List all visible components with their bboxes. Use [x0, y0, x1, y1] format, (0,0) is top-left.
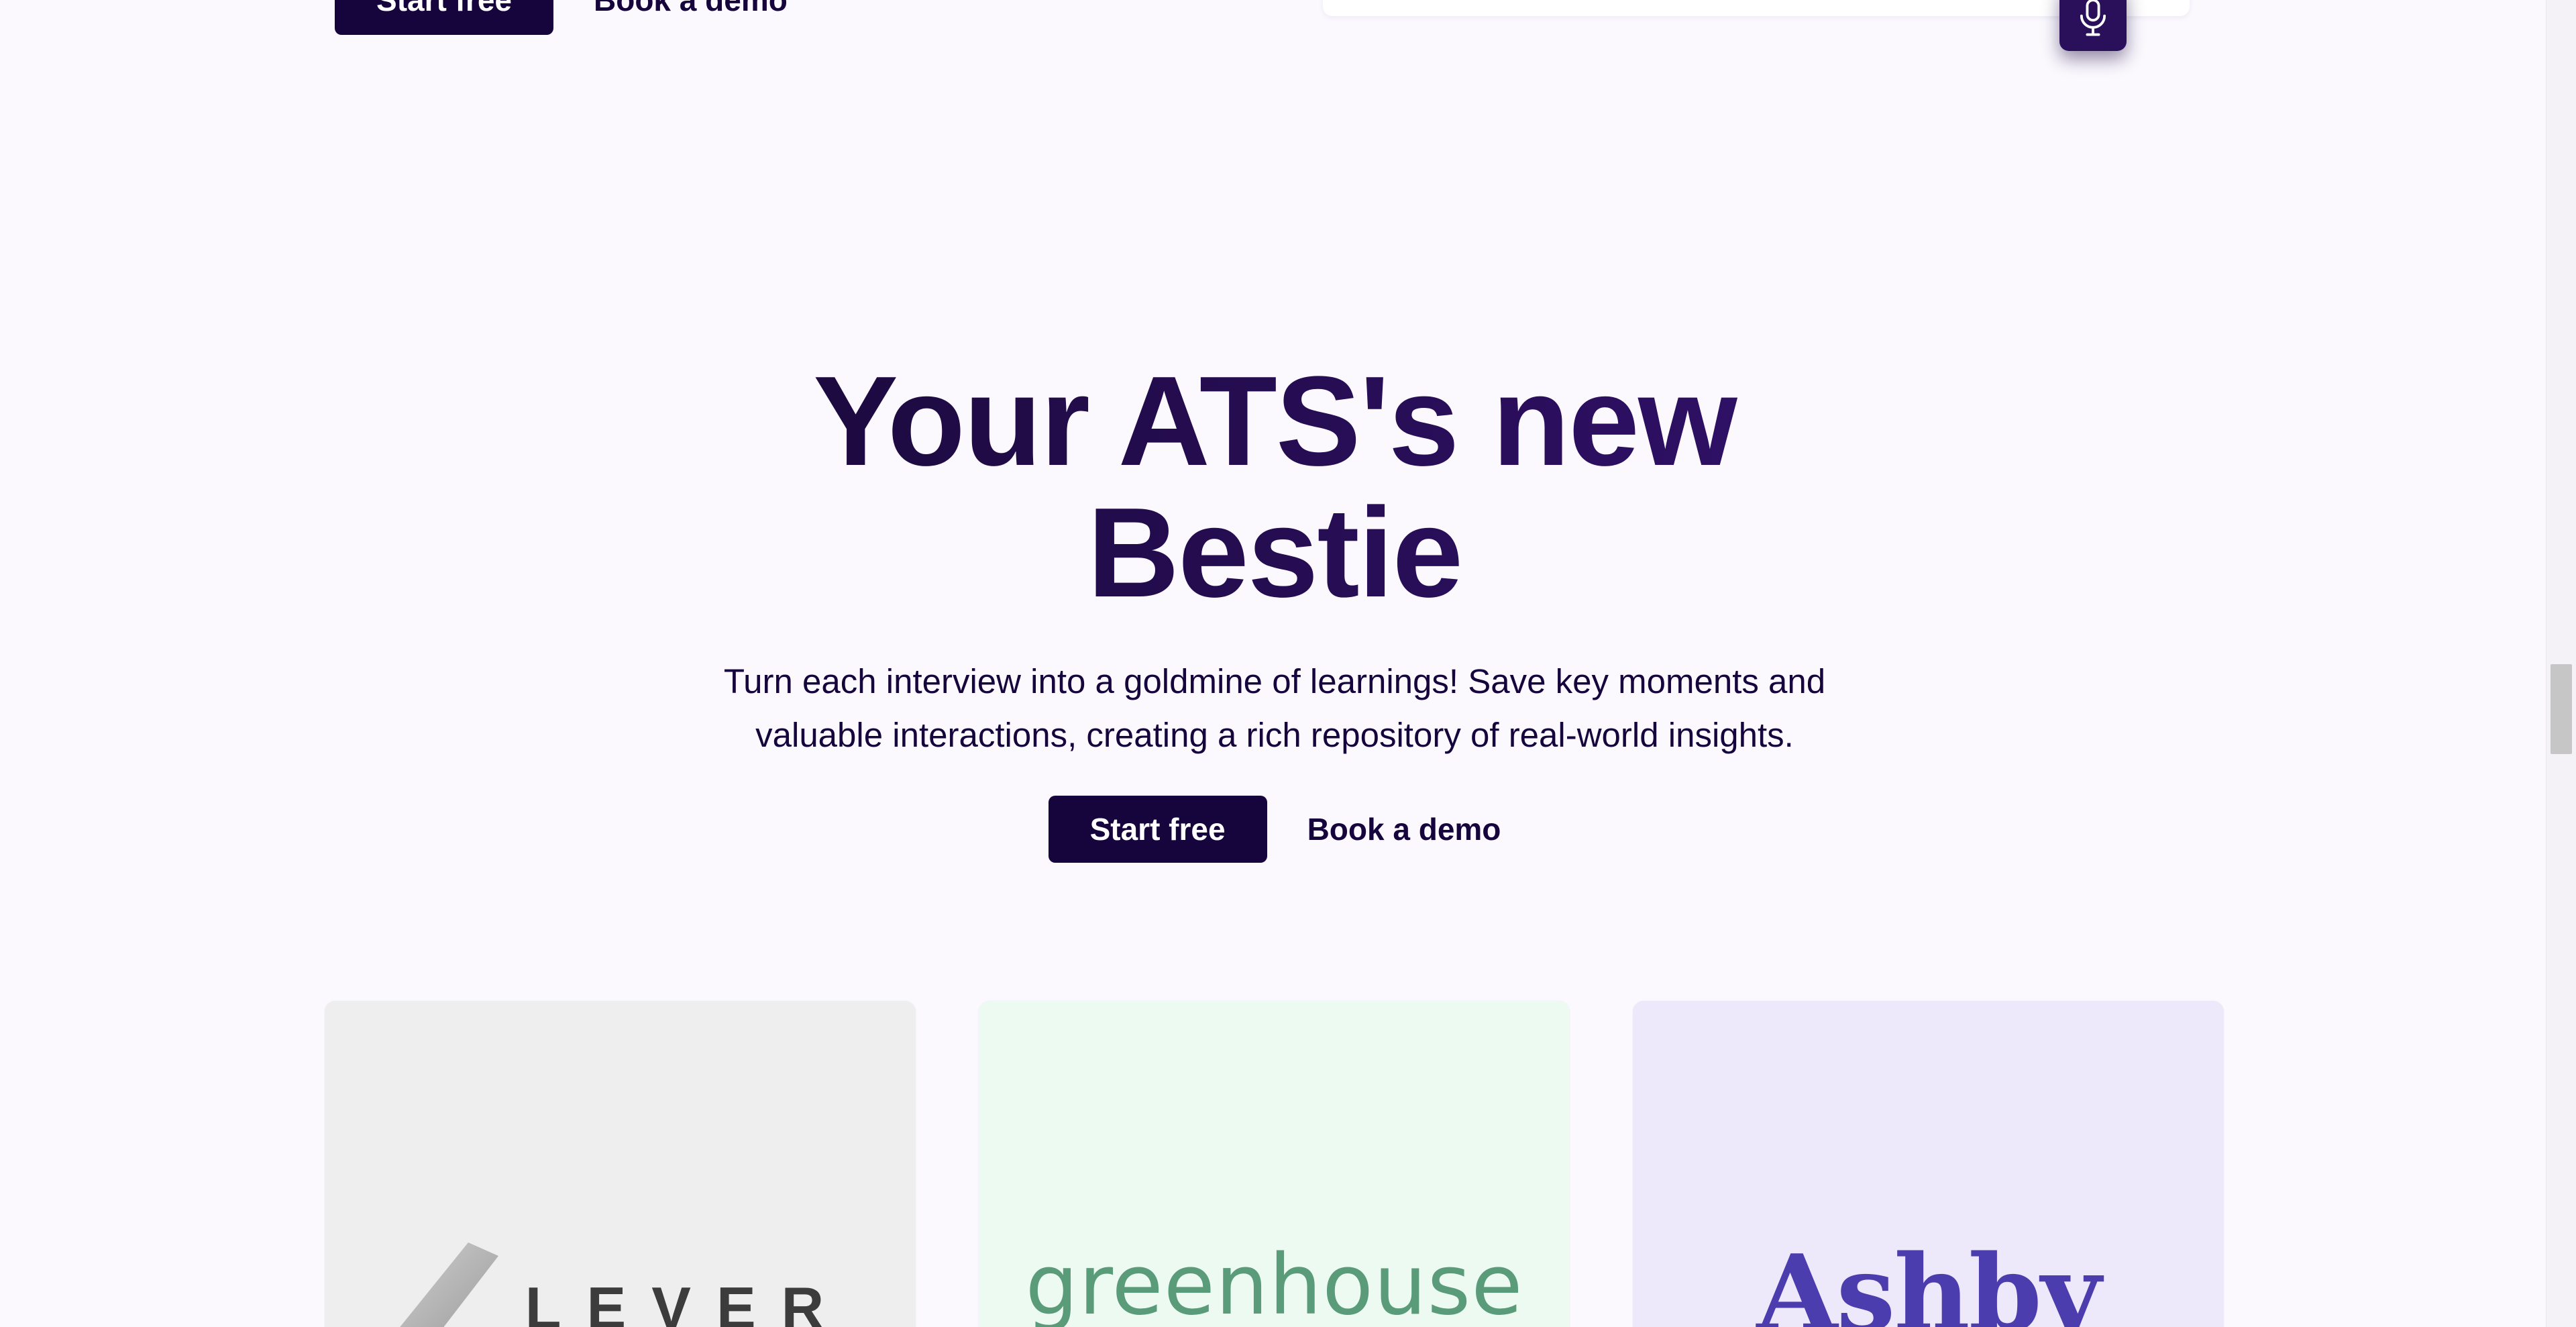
book-demo-button-top[interactable]: Book a demo — [594, 0, 788, 18]
page: Start free Book a demo Your ATS's new Be… — [0, 0, 2576, 1327]
hero-subtitle-line2: valuable interactions, creating a rich r… — [755, 716, 1794, 754]
top-cta-row: Start free Book a demo — [335, 0, 788, 35]
microphone-icon — [2080, 0, 2106, 36]
greenhouse-wordmark: greenhouse — [1025, 1237, 1523, 1327]
hero-title-line1: Your ATS's new — [813, 350, 1736, 492]
greenhouse-card[interactable]: greenhouse — [979, 1001, 1570, 1327]
ashby-wordmark: Ashby — [1756, 1232, 2101, 1327]
integration-cards: LEVER greenhouse Ashby — [325, 1001, 2224, 1327]
hero-section: Your ATS's new Bestie Turn each intervie… — [0, 356, 2549, 863]
lever-card[interactable]: LEVER — [325, 1001, 916, 1327]
lever-wordmark: LEVER — [525, 1275, 850, 1327]
lever-logo: LEVER — [325, 1242, 916, 1327]
book-demo-button[interactable]: Book a demo — [1307, 811, 1501, 847]
hero-subtitle: Turn each interview into a goldmine of l… — [678, 655, 1872, 762]
ashby-card[interactable]: Ashby — [1633, 1001, 2224, 1327]
lever-mark-icon — [400, 1242, 498, 1327]
start-free-button-top[interactable]: Start free — [335, 0, 553, 35]
mic-button[interactable] — [2059, 0, 2127, 51]
start-free-button[interactable]: Start free — [1048, 796, 1267, 863]
scrollbar[interactable] — [2546, 0, 2576, 1327]
scrollbar-thumb[interactable] — [2551, 664, 2572, 754]
hero-cta-row: Start free Book a demo — [0, 796, 2549, 863]
hero-subtitle-line1: Turn each interview into a goldmine of l… — [723, 662, 1826, 700]
hero-title-line2: Bestie — [1087, 482, 1462, 624]
hero-title: Your ATS's new Bestie — [771, 356, 1778, 619]
